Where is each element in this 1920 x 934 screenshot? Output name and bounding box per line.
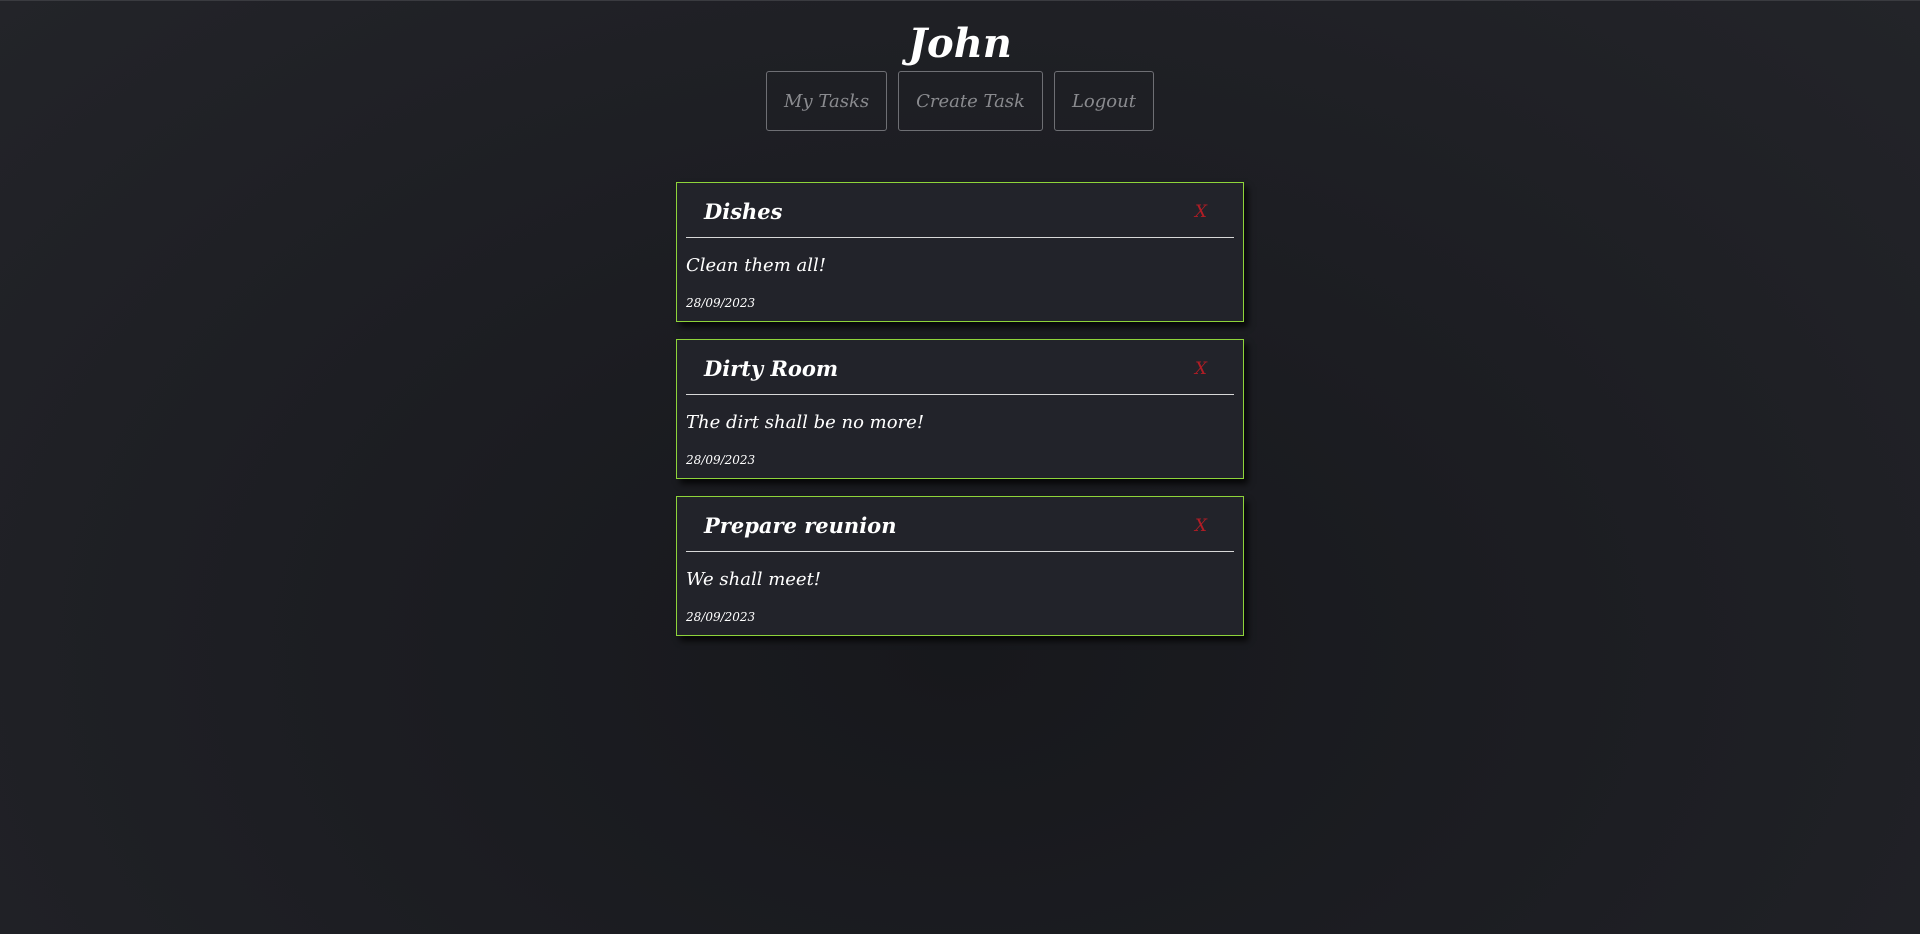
logout-button[interactable]: Logout — [1053, 71, 1154, 131]
my-tasks-button[interactable]: My Tasks — [766, 71, 888, 131]
delete-task-button[interactable]: X — [1195, 202, 1207, 222]
delete-task-button[interactable]: X — [1195, 359, 1207, 379]
task-list: Dishes X Clean them all! 28/09/2023 Dirt… — [676, 182, 1244, 653]
task-title: Dishes — [704, 199, 783, 224]
task-title: Dirty Room — [704, 356, 839, 381]
divider — [686, 394, 1234, 395]
task-card: Dishes X Clean them all! 28/09/2023 — [676, 182, 1244, 322]
task-title: Prepare reunion — [704, 513, 897, 538]
create-task-button[interactable]: Create Task — [898, 71, 1043, 131]
main-nav: My Tasks Create Task Logout — [0, 71, 1920, 131]
divider — [686, 551, 1234, 552]
divider — [686, 237, 1234, 238]
task-card: Prepare reunion X We shall meet! 28/09/2… — [676, 496, 1244, 636]
task-date: 28/09/2023 — [686, 296, 756, 310]
task-date: 28/09/2023 — [686, 610, 756, 624]
task-card: Dirty Room X The dirt shall be no more! … — [676, 339, 1244, 479]
username-title: John — [908, 20, 1012, 67]
delete-task-button[interactable]: X — [1195, 516, 1207, 536]
task-description: Clean them all! — [686, 255, 826, 276]
task-description: We shall meet! — [686, 569, 822, 590]
task-date: 28/09/2023 — [686, 453, 756, 467]
task-description: The dirt shall be no more! — [686, 412, 925, 433]
page-header: John My Tasks Create Task Logout — [0, 0, 1920, 131]
